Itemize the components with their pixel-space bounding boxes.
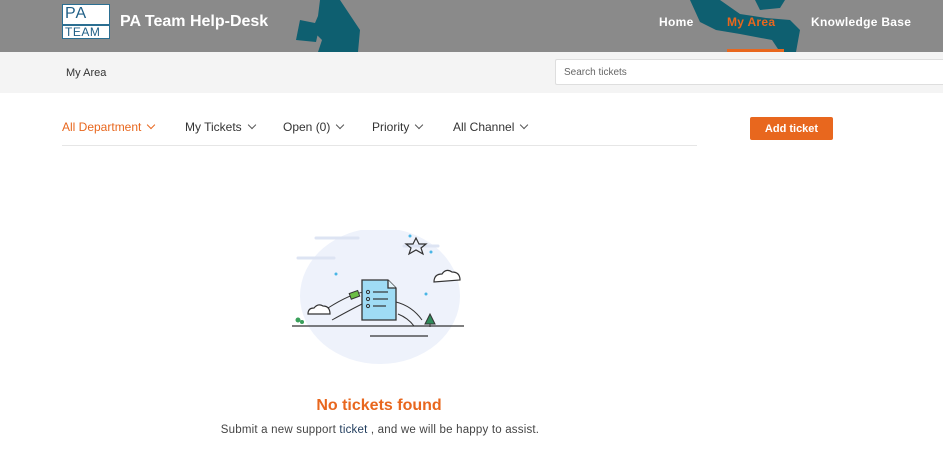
filter-channel[interactable]: All Channel: [453, 120, 529, 134]
filter-my-tickets[interactable]: My Tickets: [185, 120, 256, 134]
app-root: PA TEAM PA Team Help-Desk Home My Area K…: [0, 0, 943, 459]
empty-state-subtitle: Submit a new support ticket , and we wil…: [150, 424, 610, 436]
filter-bar: All Department My Tickets Open (0) Prior…: [62, 112, 697, 146]
filter-department-label: All Department: [62, 120, 142, 134]
brand-title[interactable]: PA Team Help-Desk: [120, 13, 268, 31]
sub-bar: My Area: [0, 52, 943, 93]
pa-team-logo[interactable]: PA TEAM: [62, 4, 110, 39]
nav-knowledge-base[interactable]: Knowledge Base: [811, 15, 911, 29]
chevron-down-icon: [336, 120, 345, 130]
filter-channel-label: All Channel: [453, 120, 515, 134]
logo-text-bottom: TEAM: [65, 25, 101, 39]
logo-text-top: PA: [65, 5, 88, 22]
breadcrumb: My Area: [66, 67, 107, 79]
chevron-down-icon: [520, 120, 529, 130]
nav-home[interactable]: Home: [659, 15, 694, 29]
filter-my-tickets-label: My Tickets: [185, 120, 242, 134]
no-tickets-illustration-icon: [292, 230, 464, 364]
chevron-down-icon: [247, 120, 256, 130]
filter-priority-label: Priority: [372, 120, 410, 134]
chevron-down-icon: [415, 120, 424, 130]
filter-department[interactable]: All Department: [62, 120, 156, 134]
nav-my-area[interactable]: My Area: [727, 15, 775, 29]
ticket-link[interactable]: ticket: [339, 424, 367, 436]
chevron-down-icon: [147, 120, 156, 130]
search-input[interactable]: [555, 59, 943, 85]
filter-priority[interactable]: Priority: [372, 120, 424, 134]
empty-state-title: No tickets found: [316, 397, 442, 414]
top-header: PA TEAM PA Team Help-Desk Home My Area K…: [0, 0, 943, 52]
add-ticket-button[interactable]: Add ticket: [750, 117, 833, 140]
filter-status-label: Open (0): [283, 120, 331, 134]
empty-sub-before: Submit a new support: [220, 424, 337, 436]
empty-sub-after: , and we will be happy to assist.: [370, 424, 540, 436]
filter-status[interactable]: Open (0): [283, 120, 345, 134]
